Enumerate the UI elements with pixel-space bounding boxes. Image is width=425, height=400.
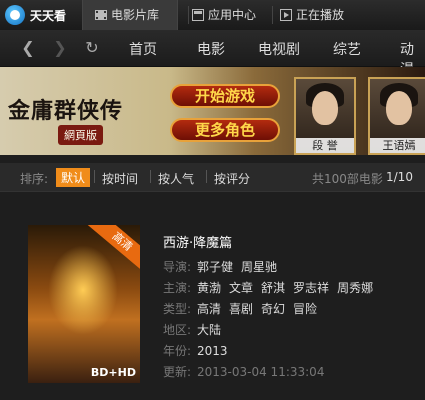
cast-name[interactable]: 舒淇 [261, 281, 285, 295]
banner-title: 金庸群侠传 [8, 98, 124, 124]
sort-option-popularity[interactable]: 按人气 [158, 170, 194, 187]
genre-label: 类型: [163, 302, 192, 316]
back-icon[interactable]: ❮ [18, 38, 38, 58]
region-row: 地区: 大陆 [163, 321, 229, 338]
cast-name[interactable]: 周秀娜 [337, 281, 373, 295]
film-icon [95, 10, 107, 20]
tab-now-playing[interactable]: 正在播放 [276, 0, 344, 30]
genre-row: 类型: 高清 喜剧 奇幻 冒险 [163, 300, 325, 317]
sort-label: 排序: [20, 172, 49, 186]
nav-item-movies[interactable]: 电影 [197, 39, 225, 59]
genre-tag[interactable]: 冒险 [293, 302, 317, 316]
refresh-icon[interactable]: ↻ [82, 38, 102, 58]
cast-name[interactable]: 罗志祥 [293, 281, 329, 295]
character-name: 王语嫣 [370, 138, 425, 153]
updated-value: 2013-03-04 11:33:04 [197, 365, 325, 379]
app-name: 天天看 [30, 9, 67, 23]
nav-item-variety[interactable]: 综艺 [333, 39, 361, 59]
region-label: 地区: [163, 323, 192, 337]
sort-option-rating[interactable]: 按评分 [214, 170, 250, 187]
tab-label: 电影片库 [111, 8, 160, 22]
nav-item-home[interactable]: 首页 [129, 39, 157, 59]
cast-row: 主演: 黄渤 文章 舒淇 罗志祥 周秀娜 [163, 279, 373, 296]
directors-row: 导演: 郭子健 周星驰 [163, 258, 285, 275]
more-characters-button[interactable]: 更多角色 [170, 118, 280, 142]
banner-subtitle: 網頁版 [58, 125, 103, 145]
sort-option-default[interactable]: 默认 [56, 168, 91, 187]
page-indicator: 1/10 [386, 170, 413, 184]
tab-label: 正在播放 [296, 8, 345, 22]
directors-label: 导演: [163, 260, 192, 274]
quality-label: BD+HD [90, 366, 136, 379]
total-count: 共100部电影 [312, 172, 383, 186]
movie-poster[interactable]: 西游·降魔篇 高清 BD+HD [28, 225, 140, 383]
updated-row: 更新: 2013-03-04 11:33:04 [163, 363, 332, 380]
region-value[interactable]: 大陆 [197, 323, 221, 337]
tab-movie-library[interactable]: 电影片库 [82, 0, 178, 30]
game-banner[interactable]: 金庸群侠传 網頁版 开始游戏 更多角色 段 誉 王语嫣 [0, 67, 425, 155]
tab-label: 应用中心 [208, 8, 257, 22]
cast-name[interactable]: 黄渤 [197, 281, 221, 295]
genre-tag[interactable]: 高清 [197, 302, 221, 316]
divider [272, 6, 273, 24]
title-bar: 天天看 电影片库 应用中心 正在播放 [0, 0, 425, 30]
divider [150, 170, 151, 183]
genre-tag[interactable]: 奇幻 [261, 302, 285, 316]
genre-tag[interactable]: 喜剧 [229, 302, 253, 316]
year-row: 年份: 2013 [163, 342, 236, 359]
divider [206, 170, 207, 183]
start-game-button[interactable]: 开始游戏 [170, 84, 280, 108]
sort-bar: 排序: 默认 按时间 按人气 按评分 共100部电影 1/10 [0, 163, 425, 192]
app-logo-icon [5, 5, 25, 25]
play-icon [280, 9, 292, 21]
forward-icon[interactable]: ❯ [50, 38, 70, 58]
director-name[interactable]: 郭子健 [197, 260, 233, 274]
app-icon [192, 9, 204, 21]
portrait-face [312, 91, 338, 125]
director-name[interactable]: 周星驰 [241, 260, 277, 274]
character-name: 段 誉 [296, 138, 354, 153]
portrait-face [386, 91, 412, 125]
character-portrait[interactable]: 段 誉 [294, 77, 356, 155]
cast-label: 主演: [163, 281, 192, 295]
movie-title[interactable]: 西游·降魔篇 [163, 232, 232, 251]
nav-item-tv[interactable]: 电视剧 [258, 39, 300, 59]
divider [94, 170, 95, 183]
updated-label: 更新: [163, 365, 192, 379]
cast-name[interactable]: 文章 [229, 281, 253, 295]
character-portrait[interactable]: 王语嫣 [368, 77, 425, 155]
nav-bar: ❮ ❯ ↻ 首页 电影 电视剧 综艺 动漫 [0, 30, 425, 78]
sort-option-time[interactable]: 按时间 [102, 170, 138, 187]
year-label: 年份: [163, 344, 192, 358]
year-value: 2013 [197, 344, 228, 358]
tab-app-center[interactable]: 应用中心 [188, 0, 256, 30]
poster-glow [48, 245, 118, 335]
